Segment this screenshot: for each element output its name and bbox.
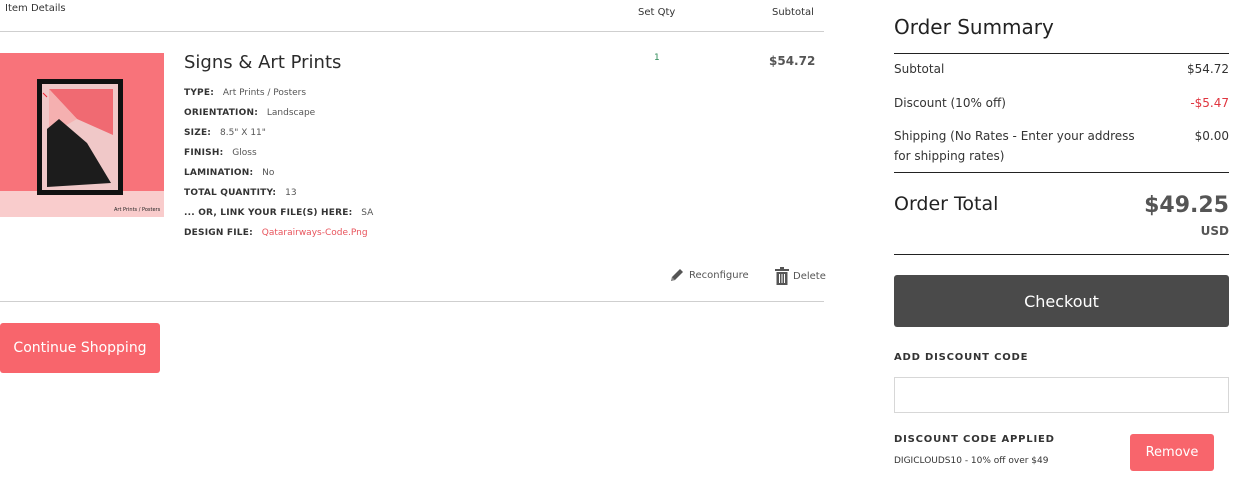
header-set-qty: Set Qty [638, 7, 676, 18]
order-total-label: Order Total [894, 193, 999, 215]
subtotal-label: Subtotal [894, 62, 945, 76]
summary-rule-mid [894, 172, 1229, 173]
delete-button[interactable]: Delete [775, 267, 826, 285]
header-subtotal: Subtotal [772, 7, 814, 18]
remove-discount-button[interactable]: Remove [1130, 434, 1214, 471]
attribute-orientation: ORIENTATION: Landscape [184, 108, 316, 118]
shipping-label: Shipping (No Rates - Enter your address … [894, 129, 1135, 163]
reconfigure-button[interactable]: Reconfigure [669, 267, 749, 283]
continue-shopping-button[interactable]: Continue Shopping [0, 323, 160, 373]
add-discount-code-heading: ADD DISCOUNT CODE [894, 352, 1029, 363]
trash-icon [775, 267, 789, 285]
discount-label: Discount (10% off) [894, 96, 1006, 110]
attribute-size: SIZE: 8.5" X 11" [184, 128, 266, 138]
cart-panel: Item Details Set Qty Subtotal Art Prints… [0, 0, 826, 486]
thumbnail-caption: Art Prints / Posters [114, 207, 161, 213]
attribute-file-link: ... OR, LINK YOUR FILE(S) HERE: SA [184, 208, 374, 218]
discount-code-applied-heading: DISCOUNT CODE APPLIED [894, 434, 1055, 445]
cart-divider [0, 301, 824, 302]
attribute-finish: FINISH: Gloss [184, 148, 257, 158]
poster-frame-image [37, 79, 123, 195]
applied-discount-code: DIGICLOUDS10 - 10% off over $49 [894, 456, 1049, 466]
cart-header: Item Details Set Qty Subtotal [0, 0, 824, 32]
order-total-currency: USD [1200, 224, 1229, 238]
line-subtotal: $54.72 [769, 54, 816, 68]
attribute-type: TYPE: Art Prints / Posters [184, 88, 307, 98]
design-file-link[interactable]: Qatarairways-Code.Png [262, 228, 368, 238]
order-summary-title: Order Summary [894, 15, 1054, 39]
attribute-total-quantity: TOTAL QUANTITY: 13 [184, 188, 297, 198]
summary-rule-top [894, 53, 1229, 54]
header-item-details: Item Details [5, 3, 66, 14]
subtotal-value: $54.72 [1187, 62, 1229, 76]
order-total-value: $49.25 [1144, 193, 1229, 218]
attribute-design-file: DESIGN FILE: Qatarairways-Code.Png [184, 228, 368, 238]
shipping-value: $0.00 [1194, 129, 1229, 143]
order-summary-panel: Order Summary Subtotal $54.72 Discount (… [894, 0, 1229, 486]
product-title: Signs & Art Prints [184, 52, 342, 73]
summary-rule-bottom [894, 254, 1229, 255]
discount-value: -$5.47 [1190, 96, 1229, 110]
quantity-value[interactable]: 1 [654, 53, 660, 63]
pencil-icon [671, 269, 683, 281]
discount-code-input[interactable] [894, 377, 1229, 413]
product-thumbnail[interactable]: Art Prints / Posters [0, 53, 164, 217]
reconfigure-label: Reconfigure [689, 269, 749, 281]
product-attributes: TYPE: Art Prints / Posters ORIENTATION: … [184, 86, 604, 246]
attribute-lamination: LAMINATION: No [184, 168, 275, 178]
delete-label: Delete [793, 270, 826, 282]
checkout-button[interactable]: Checkout [894, 275, 1229, 327]
